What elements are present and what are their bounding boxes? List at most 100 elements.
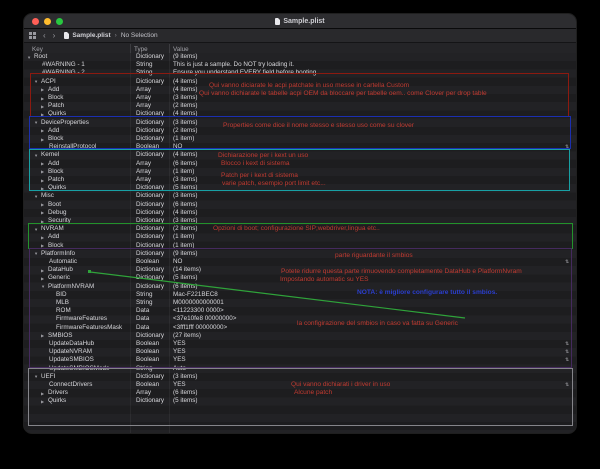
plist-row-drivers[interactable]: ▶DriversArray(6 items) — [24, 389, 576, 397]
row-type: Dictionary — [136, 242, 164, 250]
breadcrumb-separator: › — [115, 32, 117, 39]
row-type: Dictionary — [136, 233, 164, 241]
plist-row--warning-2[interactable]: #WARNING - 2StringEnsure you understand … — [24, 69, 576, 77]
row-value: YES — [173, 356, 186, 364]
plist-row-quirks[interactable]: ▶QuirksDictionary(5 items) — [24, 397, 576, 405]
row-key: Block — [48, 135, 63, 143]
row-type: Array — [136, 102, 151, 110]
related-items-icon[interactable] — [29, 32, 36, 39]
row-key: Add — [48, 233, 59, 241]
plist-row-block[interactable]: ▶BlockDictionary(1 item) — [24, 135, 576, 143]
plist-row-debug[interactable]: ▶DebugDictionary(4 items) — [24, 209, 576, 217]
value-stepper-icon[interactable]: ⇅ — [565, 381, 569, 389]
row-value: <3fff1fff 00000000> — [173, 324, 227, 332]
plist-row-smbios[interactable]: ▶SMBIOSDictionary(27 items) — [24, 332, 576, 340]
plist-row-security[interactable]: ▶SecurityDictionary(3 items) — [24, 217, 576, 225]
plist-row-block[interactable]: ▶BlockArray(3 items) — [24, 94, 576, 102]
plist-row-bid[interactable]: BIDStringMac-F221BEC8 — [24, 291, 576, 299]
row-key: #WARNING - 2 — [42, 69, 85, 77]
plist-row--warning-1[interactable]: #WARNING - 1StringThis is just a sample.… — [24, 61, 576, 69]
plist-row-add[interactable]: ▶AddDictionary(2 items) — [24, 127, 576, 135]
row-type: Array — [136, 86, 151, 94]
row-value: (2 items) — [173, 102, 198, 110]
value-stepper-icon[interactable]: ⇅ — [565, 340, 569, 348]
row-key: Block — [48, 242, 63, 250]
forward-button[interactable]: › — [53, 33, 56, 39]
plist-row-quirks[interactable]: ▶QuirksDictionary(4 items) — [24, 110, 576, 118]
plist-row-patch[interactable]: ▶PatchArray(2 items) — [24, 102, 576, 110]
value-stepper-icon[interactable]: ⇅ — [565, 143, 569, 151]
breadcrumb-selection[interactable]: No Selection — [121, 32, 158, 39]
row-value: (4 items) — [173, 78, 198, 86]
plist-row-generic[interactable]: ▶GenericDictionary(5 items) — [24, 274, 576, 282]
plist-row-connectdrivers[interactable]: ConnectDriversBooleanYES⇅ — [24, 381, 576, 389]
row-value: <11223300 0000> — [173, 307, 224, 315]
row-value: (14 items) — [173, 266, 201, 274]
plist-row-mlb[interactable]: MLBStringM0000000000001 — [24, 299, 576, 307]
plist-row-updatesmbiosmode[interactable]: UpdateSMBIOSModeStringAuto — [24, 365, 576, 373]
column-header-key[interactable]: Key — [32, 46, 43, 53]
window-title: Sample.plist — [283, 18, 324, 25]
plist-row-uefi[interactable]: ▼UEFIDictionary(3 items) — [24, 373, 576, 381]
plist-row-add[interactable]: ▶AddArray(4 items) — [24, 86, 576, 94]
row-value: (3 items) — [173, 176, 198, 184]
row-type: Boolean — [136, 348, 159, 356]
row-type: Dictionary — [136, 274, 164, 282]
plist-row-firmwarefeaturesmask[interactable]: FirmwareFeaturesMaskData<3fff1fff 000000… — [24, 324, 576, 332]
row-key: FirmwareFeatures — [56, 315, 107, 323]
plist-row-reinstallprotocol[interactable]: ReinstallProtocolBooleanNO⇅ — [24, 143, 576, 151]
row-type: Dictionary — [136, 78, 164, 86]
plist-row-boot[interactable]: ▶BootDictionary(6 items) — [24, 201, 576, 209]
column-header-value[interactable]: Value — [173, 46, 189, 53]
disclosure-triangle-icon[interactable]: ▶ — [41, 398, 44, 406]
plist-row-add[interactable]: ▶AddArray(6 items) — [24, 160, 576, 168]
row-value: (1 item) — [173, 135, 194, 143]
plist-row-patch[interactable]: ▶PatchArray(3 items) — [24, 176, 576, 184]
plist-row-updatedatahub[interactable]: UpdateDataHubBooleanYES⇅ — [24, 340, 576, 348]
document-icon — [275, 18, 280, 25]
row-type: String — [136, 365, 152, 373]
row-type: Dictionary — [136, 266, 164, 274]
row-value: NO — [173, 143, 182, 151]
value-stepper-icon[interactable]: ⇅ — [565, 348, 569, 356]
value-stepper-icon[interactable]: ⇅ — [565, 356, 569, 364]
plist-row-misc[interactable]: ▼MiscDictionary(3 items) — [24, 192, 576, 200]
column-header-type[interactable]: Type — [134, 46, 148, 53]
breadcrumb-file[interactable]: Sample.plist — [72, 32, 110, 39]
row-type: Array — [136, 94, 151, 102]
plist-row-add[interactable]: ▶AddDictionary(1 item) — [24, 233, 576, 241]
row-key: Quirks — [48, 184, 66, 192]
row-type: Dictionary — [136, 250, 164, 258]
plist-row-updatenvram[interactable]: UpdateNVRAMBooleanYES⇅ — [24, 348, 576, 356]
row-value: (3 items) — [173, 192, 198, 200]
row-key: Add — [48, 127, 59, 135]
plist-row-rom[interactable]: ROMData<11223300 0000> — [24, 307, 576, 315]
plist-row-automatic[interactable]: AutomaticBooleanNO⇅ — [24, 258, 576, 266]
row-key: ACPI — [41, 78, 56, 86]
row-key: Debug — [48, 209, 67, 217]
value-stepper-icon[interactable]: ⇅ — [565, 258, 569, 266]
row-key: Block — [48, 94, 63, 102]
plist-row-kernel[interactable]: ▼KernelDictionary(4 items) — [24, 151, 576, 159]
back-button[interactable]: ‹ — [43, 33, 46, 39]
row-value: (3 items) — [173, 373, 198, 381]
plist-row-nvram[interactable]: ▼NVRAMDictionary(2 items) — [24, 225, 576, 233]
plist-row-datahub[interactable]: ▶DataHubDictionary(14 items) — [24, 266, 576, 274]
plist-row-updatesmbios[interactable]: UpdateSMBIOSBooleanYES⇅ — [24, 356, 576, 364]
row-type: Dictionary — [136, 209, 164, 217]
plist-row-quirks[interactable]: ▶QuirksDictionary(5 items) — [24, 184, 576, 192]
plist-row-platforminfo[interactable]: ▼PlatformInfoDictionary(9 items) — [24, 250, 576, 258]
row-type: Data — [136, 324, 149, 332]
row-value: (4 items) — [173, 151, 198, 159]
plist-row-deviceproperties[interactable]: ▼DevicePropertiesDictionary(3 items) — [24, 119, 576, 127]
plist-row-block[interactable]: ▶BlockDictionary(1 item) — [24, 242, 576, 250]
window-titlebar[interactable]: Sample.plist — [24, 14, 576, 29]
row-type: Dictionary — [136, 135, 164, 143]
plist-row-acpi[interactable]: ▼ACPIDictionary(4 items) — [24, 78, 576, 86]
plist-row-root[interactable]: ▼RootDictionary(9 items) — [24, 53, 576, 61]
plist-row-platformnvram[interactable]: ▼PlatformNVRAMDictionary(6 items) — [24, 283, 576, 291]
row-value: (5 items) — [173, 274, 198, 282]
row-value: This is just a sample. Do NOT try loadin… — [173, 61, 294, 69]
plist-row-firmwarefeatures[interactable]: FirmwareFeaturesData<37e10fe8 00000000> — [24, 315, 576, 323]
plist-row-block[interactable]: ▶BlockArray(1 item) — [24, 168, 576, 176]
